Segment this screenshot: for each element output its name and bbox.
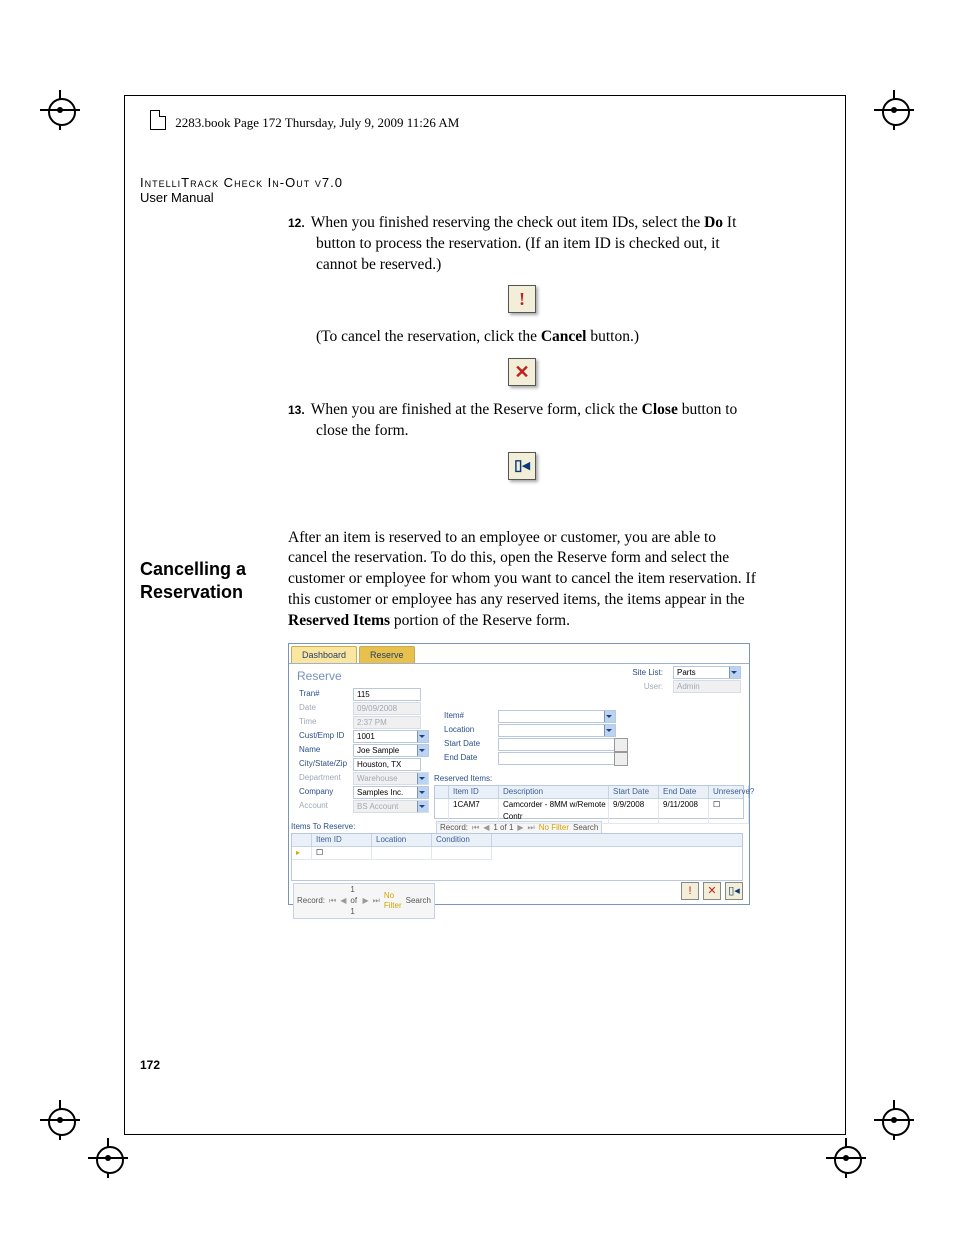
field-label: Account [299,801,353,812]
field-label: Date [299,703,353,714]
crop-mark-icon [40,90,80,130]
step-12-note: (To cancel the reservation, click the Ca… [316,327,756,348]
field-label: Time [299,717,353,728]
page-icon [150,110,166,130]
reserved-items-title: Reserved Items: [434,774,744,785]
column-header[interactable]: Item ID [449,786,499,798]
unreserve-checkbox[interactable]: ☐ [709,799,749,824]
field-label: Name [299,745,353,756]
nav-next-icon[interactable]: ▶ [363,896,369,907]
field-cust-emp-id[interactable]: 1001 [353,730,429,743]
column-header[interactable]: Location [372,834,432,846]
section-paragraph: After an item is reserved to an employee… [288,528,756,632]
step-number: 13. [288,403,305,417]
items-to-reserve-title: Items To Reserve: [291,822,437,833]
cell: Camcorder - 8MM w/Remote Contr [499,799,609,824]
crop-mark-icon [874,1100,914,1140]
framemaker-header: 2283.book Page 172 Thursday, July 9, 200… [150,110,459,131]
field-label: Tran# [299,689,353,700]
product-title: IntelliTrack Check In-Out v7.0 [140,175,343,190]
alert-icon: ! [519,287,525,311]
nav-last-icon[interactable]: ⏭ [373,896,380,907]
column-header[interactable]: Description [499,786,609,798]
section-heading: Cancelling aReservation [140,558,246,603]
column-header[interactable]: End Date [659,786,709,798]
cell: 9/9/2008 [609,799,659,824]
field-label: Item# [444,711,498,722]
cancel-button[interactable]: ✕ [703,882,721,900]
doc-type: User Manual [140,190,214,205]
field-label: Department [299,773,353,784]
field-label: Location [444,725,498,736]
column-header[interactable]: Item ID [312,834,372,846]
sitelist-combo[interactable]: Parts [673,666,741,679]
framemaker-header-text: 2283.book Page 172 Thursday, July 9, 200… [175,115,459,130]
column-header[interactable]: Condition [432,834,492,846]
column-header[interactable]: Unreserve? [709,786,749,798]
step-13: 13.When you are finished at the Reserve … [316,400,756,442]
search-label[interactable]: Search [406,896,431,907]
tab-dashboard[interactable]: Dashboard [291,646,357,663]
record-navigator-lower[interactable]: Record: ⏮ ◀ 1 of 1 ▶ ⏭ No Filter Search [293,883,435,919]
close-icon: ✕ [514,360,529,384]
page-number: 172 [140,1058,160,1215]
filter-label[interactable]: No Filter [384,891,402,912]
door-exit-icon: ▯◂ [514,456,530,476]
field-label: Start Date [444,739,498,750]
field-tran-[interactable]: 115 [353,688,421,701]
crop-mark-icon [826,1138,866,1178]
tab-reserve[interactable]: Reserve [359,646,415,663]
column-header[interactable] [435,786,449,798]
field-name[interactable]: Joe Sample [353,744,429,757]
close-button[interactable]: ▯◂ [725,882,743,900]
crop-mark-icon [88,1138,128,1178]
column-header[interactable] [292,834,312,846]
step-number: 12. [288,216,305,230]
user-value: Admin [673,680,741,693]
field-start-date[interactable] [498,738,616,751]
nav-prev-icon[interactable]: ◀ [340,896,346,907]
crop-mark-icon [874,90,914,130]
cell [435,799,449,824]
running-header: IntelliTrack Check In-Out v7.0 User Manu… [140,175,343,205]
field-city-state-zip[interactable]: Houston, TX [353,758,421,771]
sitelist-label: Site List: [632,668,663,679]
field-label: Company [299,787,353,798]
field-date: 09/09/2008 [353,702,421,715]
field-department: Warehouse [353,772,429,785]
field-account: BS Account [353,800,429,813]
crop-mark-icon [40,1100,80,1140]
step-12: 12.When you finished reserving the check… [316,213,756,275]
field-company[interactable]: Samples Inc. [353,786,429,799]
do-it-button-icon: ! [508,285,536,313]
cell: 1CAM7 [449,799,499,824]
close-button-icon: ▯◂ [508,452,536,480]
user-label: User: [644,682,663,693]
field-label: End Date [444,753,498,764]
field-time: 2:37 PM [353,716,421,729]
field-location[interactable] [498,724,616,737]
column-header[interactable]: Start Date [609,786,659,798]
row-selector[interactable]: ▸ [292,847,312,860]
do-it-button[interactable]: ! [681,882,699,900]
field-label: Cust/Emp ID [299,731,353,742]
checkbox-cell[interactable]: ☐ [312,847,372,860]
field-item-[interactable] [498,710,616,723]
field-label: City/State/Zip [299,759,353,770]
cancel-button-icon: ✕ [508,358,536,386]
cell: 9/11/2008 [659,799,709,824]
field-end-date[interactable] [498,752,616,765]
nav-first-icon[interactable]: ⏮ [329,896,336,907]
